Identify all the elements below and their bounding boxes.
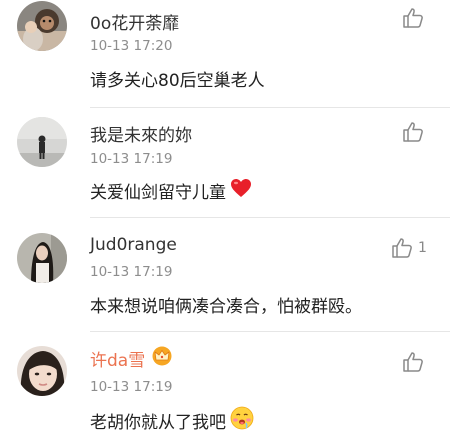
vip-crown-icon xyxy=(151,346,173,371)
username[interactable]: 我是未來的妳 xyxy=(90,121,192,146)
comment-text: 请多关心80后空巢老人 xyxy=(90,66,265,91)
timestamp: 10-13 17:19 xyxy=(90,151,173,167)
timestamp: 10-13 17:19 xyxy=(90,379,173,395)
username[interactable]: 0o花开荼靡 xyxy=(90,9,179,34)
red-heart-emoji-icon xyxy=(230,178,252,203)
timestamp: 10-13 17:19 xyxy=(90,264,173,280)
thumbs-up-icon xyxy=(403,8,423,28)
username-text: 许da雪 xyxy=(90,351,146,371)
comment-item: Jud0range 10-13 17:19 本来想说咱俩凑合凑合，怕被群殴。 1 xyxy=(0,218,450,332)
avatar-person-wall-photo-icon xyxy=(17,117,67,167)
comment-text-body: 请多关心80后空巢老人 xyxy=(90,71,265,91)
like-button[interactable] xyxy=(401,5,441,31)
drooling-face-emoji-icon xyxy=(230,406,254,435)
comment-text-body: 关爱仙剑留守儿童 xyxy=(90,183,226,203)
avatar-girl-closeup-photo-icon xyxy=(17,346,67,396)
comment-text: 老胡你就从了我吧 xyxy=(90,406,254,435)
comment-item: 我是未來的妳 10-13 17:19 关爱仙剑留守儿童 xyxy=(0,108,450,218)
thumbs-up-icon xyxy=(392,238,412,258)
avatar[interactable] xyxy=(17,117,67,167)
avatar[interactable] xyxy=(17,1,67,51)
thumbs-up-icon xyxy=(403,122,423,142)
like-count: 1 xyxy=(418,240,427,256)
username[interactable]: 许da雪 xyxy=(90,346,173,371)
username[interactable]: Jud0range xyxy=(90,235,177,255)
comment-text: 本来想说咱俩凑合凑合，怕被群殴。 xyxy=(90,292,362,317)
avatar[interactable] xyxy=(17,233,67,283)
like-button[interactable] xyxy=(401,119,441,145)
avatar-girl-photo-icon xyxy=(17,233,67,283)
comment-list: 0o花开荼靡 10-13 17:20 请多关心80后空巢老人 我是未來的妳 10… xyxy=(0,0,450,439)
avatar-monkey-photo-icon xyxy=(17,1,67,51)
like-button[interactable] xyxy=(401,349,441,375)
comment-text: 关爱仙剑留守儿童 xyxy=(90,178,252,203)
like-button[interactable]: 1 xyxy=(390,235,442,261)
avatar[interactable] xyxy=(17,346,67,396)
thumbs-up-icon xyxy=(403,352,423,372)
comment-text-body: 本来想说咱俩凑合凑合，怕被群殴。 xyxy=(90,297,362,317)
timestamp: 10-13 17:20 xyxy=(90,38,173,54)
comment-item: 0o花开荼靡 10-13 17:20 请多关心80后空巢老人 xyxy=(0,0,450,108)
comment-item: 许da雪 10-13 17:19 老胡你就从了我吧 xyxy=(0,332,450,439)
comment-text-body: 老胡你就从了我吧 xyxy=(90,413,226,433)
